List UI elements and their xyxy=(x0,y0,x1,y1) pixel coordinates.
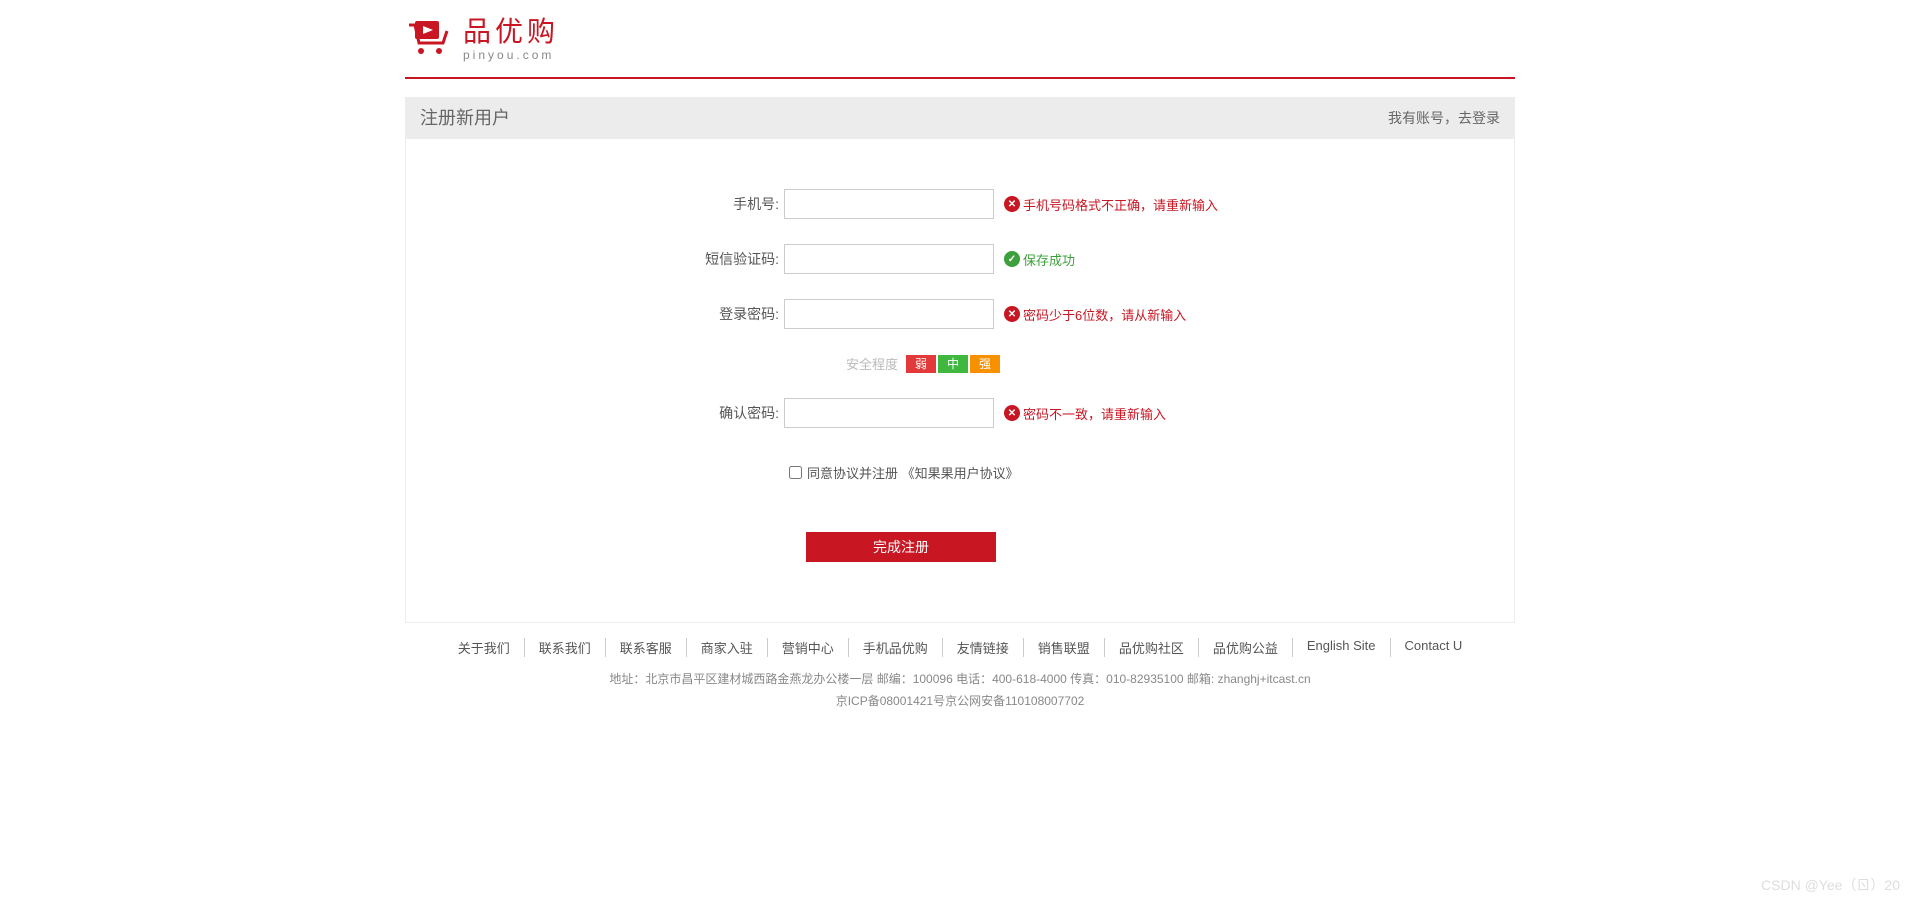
error-icon xyxy=(1004,196,1020,212)
sms-success-text: 保存成功 xyxy=(1023,250,1075,269)
footer-link[interactable]: 关于我们 xyxy=(444,638,525,657)
agree-text-label: 同意协议并注册 xyxy=(807,466,902,481)
strength-weak: 弱 xyxy=(906,355,936,373)
submit-button[interactable]: 完成注册 xyxy=(806,532,996,562)
agreement-link[interactable]: 《知果果用户协议》 xyxy=(902,466,1019,481)
error-icon xyxy=(1004,306,1020,322)
footer-link[interactable]: 品优购公益 xyxy=(1199,638,1293,657)
footer-link[interactable]: Contact U xyxy=(1391,638,1477,657)
footer-link[interactable]: 友情链接 xyxy=(943,638,1024,657)
footer-link[interactable]: 手机品优购 xyxy=(849,638,943,657)
strength-label: 安全程度 xyxy=(846,354,898,373)
page-title: 注册新用户 xyxy=(420,97,510,139)
strength-mid: 中 xyxy=(938,355,968,373)
phone-error-msg: 手机号码格式不正确，请重新输入 xyxy=(1004,195,1218,214)
password-error-text: 密码少于6位数，请从新输入 xyxy=(1023,305,1186,324)
logo[interactable]: 品优购 pinyou.com xyxy=(405,18,1515,62)
footer-link[interactable]: 品优购社区 xyxy=(1105,638,1199,657)
password-error-msg: 密码少于6位数，请从新输入 xyxy=(1004,305,1186,324)
password-strength: 安全程度 弱 中 强 xyxy=(406,354,1514,373)
header: 品优购 pinyou.com xyxy=(405,0,1515,72)
confirm-error-msg: 密码不一致，请重新输入 xyxy=(1004,404,1166,423)
footer-link[interactable]: English Site xyxy=(1293,638,1391,657)
agree-row: 同意协议并注册 《知果果用户协议》 xyxy=(406,463,1514,482)
register-form: 手机号: 手机号码格式不正确，请重新输入 短信验证码: 保存成功 登录密码: 密… xyxy=(405,139,1515,623)
sms-label: 短信验证码: xyxy=(406,249,784,269)
footer-link[interactable]: 商家入驻 xyxy=(687,638,768,657)
cart-icon xyxy=(405,19,455,61)
footer-address: 地址：北京市昌平区建材城西路金燕龙办公楼一层 邮编：100096 电话：400-… xyxy=(405,669,1515,691)
title-bar: 注册新用户 我有账号，去登录 xyxy=(405,97,1515,139)
footer-link[interactable]: 营销中心 xyxy=(768,638,849,657)
agree-text: 同意协议并注册 《知果果用户协议》 xyxy=(807,463,1019,482)
login-link[interactable]: 我有账号，去登录 xyxy=(1388,97,1500,139)
logo-en-text: pinyou.com xyxy=(463,48,559,62)
footer-link[interactable]: 销售联盟 xyxy=(1024,638,1105,657)
success-icon xyxy=(1004,251,1020,267)
footer-link[interactable]: 联系客服 xyxy=(606,638,687,657)
sms-success-msg: 保存成功 xyxy=(1004,250,1075,269)
footer: 关于我们 联系我们 联系客服 商家入驻 营销中心 手机品优购 友情链接 销售联盟… xyxy=(405,623,1515,752)
phone-input[interactable] xyxy=(784,189,994,219)
phone-label: 手机号: xyxy=(406,194,784,214)
footer-icp: 京ICP备08001421号京公网安备110108007702 xyxy=(405,691,1515,713)
sms-input[interactable] xyxy=(784,244,994,274)
confirm-input[interactable] xyxy=(784,398,994,428)
logo-cn-text: 品优购 xyxy=(463,18,559,46)
error-icon xyxy=(1004,405,1020,421)
watermark: CSDN @Yee（ㄖ）20 xyxy=(1761,875,1900,895)
divider-line xyxy=(405,77,1515,79)
footer-link[interactable]: 联系我们 xyxy=(525,638,606,657)
password-label: 登录密码: xyxy=(406,304,784,324)
phone-error-text: 手机号码格式不正确，请重新输入 xyxy=(1023,195,1218,214)
footer-links: 关于我们 联系我们 联系客服 商家入驻 营销中心 手机品优购 友情链接 销售联盟… xyxy=(405,638,1515,657)
confirm-error-text: 密码不一致，请重新输入 xyxy=(1023,404,1166,423)
confirm-label: 确认密码: xyxy=(406,403,784,423)
password-input[interactable] xyxy=(784,299,994,329)
strength-strong: 强 xyxy=(970,355,1000,373)
agree-checkbox[interactable] xyxy=(789,466,802,479)
